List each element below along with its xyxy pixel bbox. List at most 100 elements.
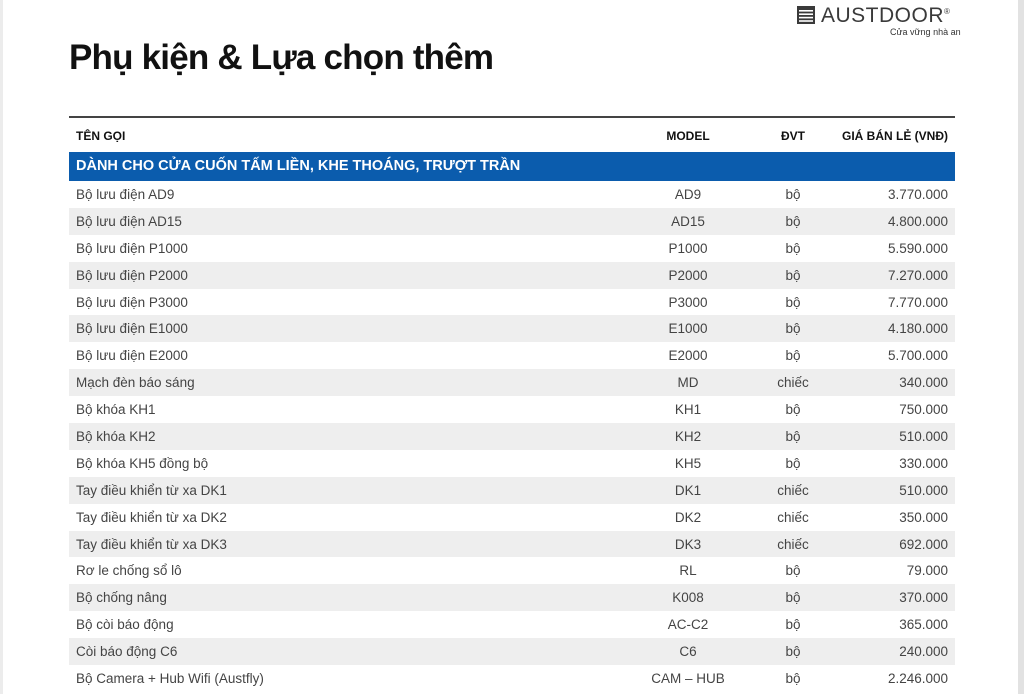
cell-price: 750.000 <box>899 402 948 418</box>
cell-price: 79.000 <box>906 563 948 579</box>
cell-name: Rơ le chống sổ lô <box>76 563 182 579</box>
cell-name: Bộ lưu điện E2000 <box>76 348 188 364</box>
section-header: DÀNH CHO CỬA CUỐN TẤM LIỀN, KHE THOÁNG, … <box>69 152 955 181</box>
cell-model: RL <box>679 563 697 579</box>
cell-unit: bộ <box>785 563 801 579</box>
cell-price: 7.770.000 <box>887 294 948 310</box>
cell-unit: bộ <box>785 671 801 687</box>
cell-name: Bộ lưu điện AD15 <box>76 213 182 229</box>
cell-model: AC-C2 <box>667 617 709 633</box>
cell-model: AD15 <box>671 213 705 229</box>
table-row: Bộ lưu điện E2000 E2000 bộ 5.700.000 <box>69 342 955 369</box>
cell-model: MD <box>677 375 699 391</box>
table-row: Bộ lưu điện P2000 P2000 bộ 7.270.000 <box>69 261 955 289</box>
cell-model: K008 <box>672 590 704 606</box>
page-title: Phụ kiện & Lựa chọn thêm <box>69 38 494 77</box>
cell-price: 365.000 <box>899 617 948 633</box>
table-row: Bộ lưu điện E1000 E1000 bộ 4.180.000 <box>69 315 955 343</box>
cell-price: 350.000 <box>899 509 948 525</box>
table-row: Bộ khóa KH2 KH2 bộ 510.000 <box>69 423 955 450</box>
cell-unit: chiếc <box>777 482 809 498</box>
cell-name: Bộ Camera + Hub Wifi (Austfly) <box>76 671 264 687</box>
cell-model: DK1 <box>674 482 702 498</box>
cell-name: Bộ còi báo động <box>76 617 174 633</box>
cell-unit: bộ <box>785 644 801 660</box>
cell-name: Tay điều khiển từ xa DK1 <box>76 482 227 498</box>
cell-price: 5.700.000 <box>887 348 948 364</box>
cell-price: 340.000 <box>899 375 948 391</box>
cell-price: 510.000 <box>899 429 948 445</box>
cell-name: Bộ lưu điện E1000 <box>76 321 188 337</box>
cell-name: Bộ khóa KH1 <box>76 402 156 418</box>
cell-unit: bộ <box>785 213 801 229</box>
table-row: Bộ lưu điện P1000 P1000 bộ 5.590.000 <box>69 235 955 262</box>
header-price: GIÁ BÁN LẺ (VNĐ) <box>842 129 948 143</box>
page-edge-left <box>0 0 3 694</box>
cell-model: P1000 <box>668 240 708 256</box>
cell-unit: bộ <box>785 187 801 202</box>
header-model: MODEL <box>666 129 710 143</box>
cell-model: KH5 <box>674 455 702 471</box>
cell-model: CAM – HUB <box>651 671 725 687</box>
cell-name: Bộ lưu điện P3000 <box>76 294 188 310</box>
table-row: Bộ còi báo động AC-C2 bộ 365.000 <box>69 611 955 638</box>
cell-price: 7.270.000 <box>887 267 948 283</box>
cell-unit: bộ <box>785 590 801 606</box>
cell-price: 330.000 <box>899 455 948 471</box>
price-table: TÊN GỌI MODEL ĐVT GIÁ BÁN LẺ (VNĐ) DÀNH … <box>69 116 955 692</box>
cell-unit: bộ <box>785 348 801 364</box>
cell-model: C6 <box>679 644 697 660</box>
table-row: Bộ Camera + Hub Wifi (Austfly) CAM – HUB b… <box>69 665 955 692</box>
cell-model: KH1 <box>674 402 702 418</box>
header-name: TÊN GỌI <box>76 129 126 143</box>
table-row: Bộ chống nâng K008 bộ 370.000 <box>69 584 955 612</box>
table-row: Rơ le chống sổ lô RL bộ 79.000 <box>69 557 955 584</box>
table-row: Bộ lưu điện P3000 P3000 bộ 7.770.000 <box>69 289 955 316</box>
brand-logo: AUSTDOOR® Cửa vững nhà an <box>796 3 961 37</box>
table-row: Tay điều khiển từ xa DK2 DK2 chiếc 350.000 <box>69 504 955 531</box>
cell-model: DK2 <box>674 509 702 525</box>
cell-price: 2.246.000 <box>887 671 948 687</box>
cell-name: Tay điều khiển từ xa DK3 <box>76 536 227 552</box>
table-row: Mạch đèn báo sáng MD chiếc 340.000 <box>69 369 955 397</box>
cell-model: DK3 <box>674 536 702 552</box>
cell-unit: bộ <box>785 267 801 283</box>
table-row: Tay điều khiển từ xa DK1 DK1 chiếc 510.000 <box>69 476 955 504</box>
table-header: TÊN GỌI MODEL ĐVT GIÁ BÁN LẺ (VNĐ) <box>69 118 955 152</box>
cell-model: P2000 <box>668 267 708 283</box>
table-row: Tay điều khiển từ xa DK3 DK3 chiếc 692.000 <box>69 530 955 558</box>
cell-name: Còi báo động C6 <box>76 644 178 660</box>
brand-tagline: Cửa vững nhà an <box>890 27 961 37</box>
cell-name: Bộ lưu điện P2000 <box>76 267 188 283</box>
cell-unit: bộ <box>785 240 801 256</box>
cell-model: AD9 <box>674 187 702 202</box>
table-row: Bộ lưu điện AD9 AD9 bộ 3.770.000 <box>69 181 955 208</box>
cell-model: KH2 <box>674 429 702 445</box>
table-body: Bộ lưu điện AD9 AD9 bộ 3.770.000 Bộ lưu điện… <box>69 181 955 692</box>
page-edge-right <box>1018 0 1024 694</box>
cell-price: 240.000 <box>899 644 948 660</box>
cell-price: 510.000 <box>899 482 948 498</box>
cell-unit: bộ <box>785 617 801 633</box>
cell-unit: bộ <box>785 321 801 337</box>
cell-name: Mạch đèn báo sáng <box>76 375 195 391</box>
table-row: Còi báo động C6 C6 bộ 240.000 <box>69 638 955 666</box>
cell-model: E1000 <box>668 321 708 337</box>
cell-name: Tay điều khiển từ xa DK2 <box>76 509 227 525</box>
cell-unit: bộ <box>785 294 801 310</box>
door-logo-icon <box>797 6 815 24</box>
cell-unit: bộ <box>785 429 801 445</box>
cell-unit: chiếc <box>777 375 809 391</box>
cell-unit: chiếc <box>777 509 809 525</box>
cell-price: 3.770.000 <box>887 187 948 202</box>
cell-model: P3000 <box>668 294 708 310</box>
cell-price: 4.180.000 <box>887 321 948 337</box>
cell-unit: bộ <box>785 402 801 418</box>
cell-unit: bộ <box>785 455 801 471</box>
table-row: Bộ khóa KH1 KH1 bộ 750.000 <box>69 396 955 423</box>
cell-unit: chiếc <box>777 536 809 552</box>
cell-price: 692.000 <box>899 536 948 552</box>
section-title: DÀNH CHO CỬA CUỐN TẤM LIỀN, KHE THOÁNG, … <box>76 158 521 174</box>
table-row: Bộ lưu điện AD15 AD15 bộ 4.800.000 <box>69 207 955 235</box>
brand-name: AUSTDOOR® <box>821 4 951 27</box>
